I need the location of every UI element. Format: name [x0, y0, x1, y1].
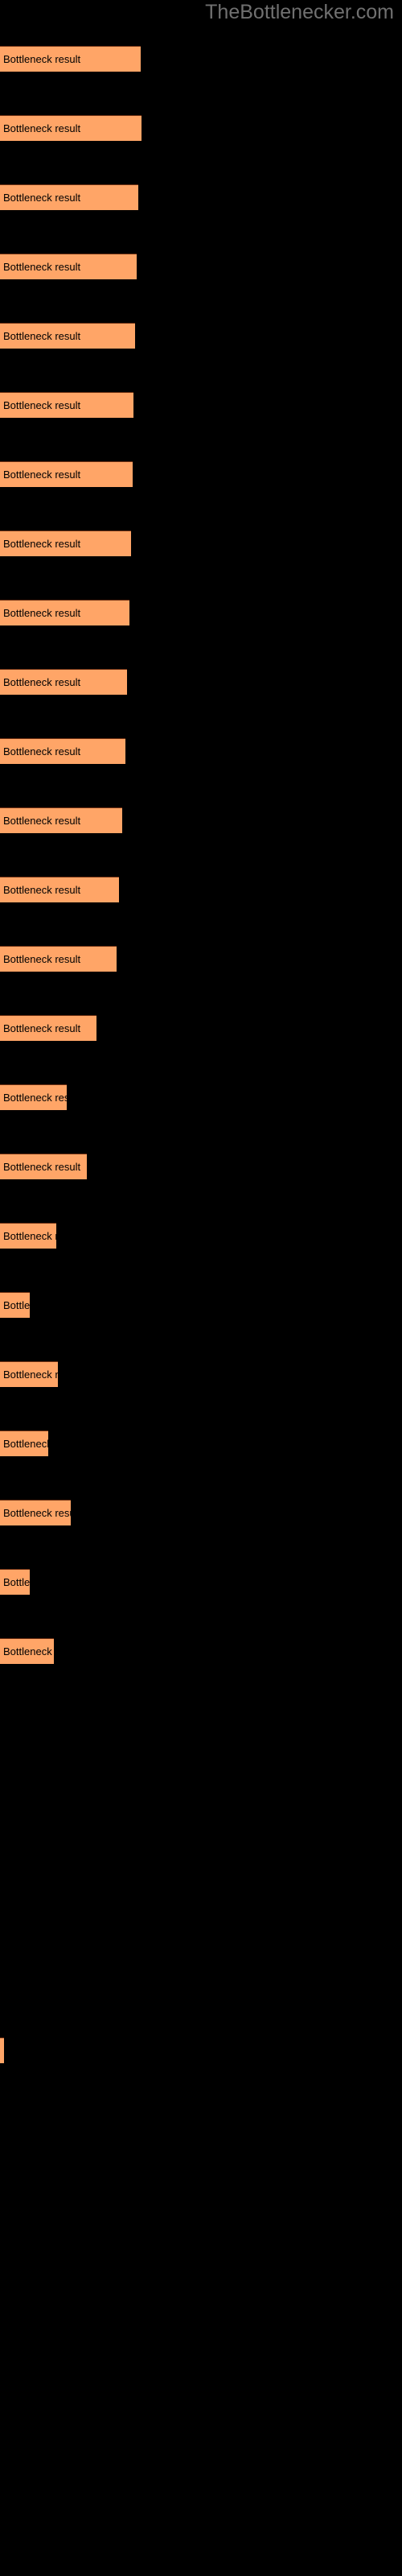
- bar-row[interactable]: Bottleneck result: [0, 877, 119, 902]
- bar-label: Bottleneck result: [3, 953, 81, 965]
- bar[interactable]: Bottleneck result: [0, 1015, 96, 1041]
- bar[interactable]: Bottleneck result: [0, 1569, 30, 1595]
- bar-label: Bottleneck result: [3, 745, 81, 758]
- bar-row[interactable]: Bottleneck result: [0, 1430, 48, 1456]
- bar-row[interactable]: Bottleneck result: [0, 1638, 54, 1664]
- bar-label: Bottleneck result: [3, 469, 81, 481]
- bar-label: Bottleneck result: [3, 330, 81, 342]
- bar[interactable]: Bottleneck result: [0, 2037, 4, 2063]
- bar-row[interactable]: Bottleneck result: [0, 323, 135, 349]
- bar[interactable]: Bottleneck result: [0, 600, 129, 625]
- bar-row[interactable]: Bottleneck result: [0, 115, 142, 141]
- bar-label: Bottleneck result: [3, 122, 81, 134]
- bar-row[interactable]: Bottleneck result: [0, 807, 122, 833]
- bar-row[interactable]: Bottleneck result: [0, 1223, 56, 1249]
- bar-row[interactable]: Bottleneck result: [0, 184, 138, 210]
- bar[interactable]: Bottleneck result: [0, 323, 135, 349]
- bar[interactable]: Bottleneck result: [0, 807, 122, 833]
- bar[interactable]: Bottleneck result: [0, 184, 138, 210]
- bar-label: Bottleneck result: [3, 1368, 58, 1381]
- bar[interactable]: Bottleneck result: [0, 669, 127, 695]
- bar-label: Bottleneck result: [3, 1092, 67, 1104]
- bar[interactable]: Bottleneck result: [0, 392, 133, 418]
- bar-row[interactable]: Bottleneck result: [0, 2037, 4, 2063]
- bar[interactable]: Bottleneck result: [0, 1500, 71, 1525]
- bar-label: Bottleneck result: [3, 1576, 30, 1588]
- bar-label: Bottleneck result: [3, 1507, 71, 1519]
- bottleneck-bar-chart: Bottleneck result Bottleneck result Bottle…: [0, 46, 402, 2574]
- bar-row[interactable]: Bottleneck result: [0, 600, 129, 625]
- bar-label: Bottleneck result: [3, 1022, 81, 1034]
- bar-label: Bottleneck result: [3, 1645, 54, 1657]
- bar-label: Bottleneck result: [3, 399, 81, 411]
- bar[interactable]: Bottleneck result: [0, 254, 137, 279]
- bar-row[interactable]: Bottleneck result: [0, 1500, 71, 1525]
- bar-label: Bottleneck result: [3, 538, 81, 550]
- bar[interactable]: Bottleneck result: [0, 530, 131, 556]
- page-root: TheBottlenecker.com Bottleneck result Bot…: [0, 0, 402, 2576]
- bar-row[interactable]: Bottleneck result: [0, 1361, 58, 1387]
- bar-label: Bottleneck result: [3, 1438, 48, 1450]
- bar[interactable]: Bottleneck result: [0, 1223, 56, 1249]
- bar[interactable]: Bottleneck result: [0, 1292, 30, 1318]
- bar-label: Bottleneck result: [3, 676, 81, 688]
- bar[interactable]: Bottleneck result: [0, 461, 133, 487]
- bar-label: Bottleneck result: [3, 2038, 4, 2063]
- bar-row[interactable]: Bottleneck result: [0, 669, 127, 695]
- bar-row[interactable]: Bottleneck result: [0, 530, 131, 556]
- site-title: TheBottlenecker.com: [205, 1, 394, 23]
- bar-label: Bottleneck result: [3, 815, 81, 827]
- bar-label: Bottleneck result: [3, 53, 81, 65]
- bar-row[interactable]: Bottleneck result: [0, 1084, 67, 1110]
- bar-label: Bottleneck result: [3, 607, 81, 619]
- bar-row[interactable]: Bottleneck result: [0, 1154, 87, 1179]
- bar-row[interactable]: Bottleneck result: [0, 461, 133, 487]
- bar[interactable]: Bottleneck result: [0, 1084, 67, 1110]
- bar[interactable]: Bottleneck result: [0, 738, 125, 764]
- bar-label: Bottleneck result: [3, 1161, 81, 1173]
- bar-row[interactable]: Bottleneck result: [0, 738, 125, 764]
- bar-row[interactable]: Bottleneck result: [0, 46, 141, 72]
- bar-row[interactable]: Bottleneck result: [0, 392, 133, 418]
- bar-row[interactable]: Bottleneck result: [0, 1292, 30, 1318]
- bar-label: Bottleneck result: [3, 192, 81, 204]
- bar[interactable]: Bottleneck result: [0, 115, 142, 141]
- bar[interactable]: Bottleneck result: [0, 946, 117, 972]
- bar-row[interactable]: Bottleneck result: [0, 946, 117, 972]
- bar[interactable]: Bottleneck result: [0, 1154, 87, 1179]
- bar[interactable]: Bottleneck result: [0, 877, 119, 902]
- bar[interactable]: Bottleneck result: [0, 1361, 58, 1387]
- bar[interactable]: Bottleneck result: [0, 1638, 54, 1664]
- bar-row[interactable]: Bottleneck result: [0, 1569, 30, 1595]
- bar-label: Bottleneck result: [3, 1299, 30, 1311]
- bar-label: Bottleneck result: [3, 884, 81, 896]
- bar[interactable]: Bottleneck result: [0, 46, 141, 72]
- bar-row[interactable]: Bottleneck result: [0, 1015, 96, 1041]
- bar-label: Bottleneck result: [3, 261, 81, 273]
- bar[interactable]: Bottleneck result: [0, 1430, 48, 1456]
- bar-row[interactable]: Bottleneck result: [0, 254, 137, 279]
- bar-label: Bottleneck result: [3, 1230, 56, 1242]
